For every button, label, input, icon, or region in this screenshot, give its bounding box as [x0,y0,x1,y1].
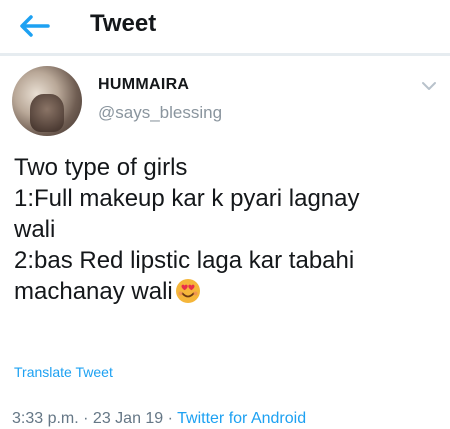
author-handle[interactable]: @says_blessing [98,103,222,123]
avatar[interactable] [12,66,82,136]
author-display-name[interactable]: HUMMAIRA [98,76,189,94]
tweet-line: 1:Full makeup kar k pyari lagnay [14,185,360,212]
separator: · [78,410,93,427]
translate-tweet-link[interactable]: Translate Tweet [14,364,113,380]
tweet-date: 23 Jan 19 [92,410,164,427]
top-bar: Tweet [0,0,450,56]
tweet-time: 3:33 p.m. [12,410,79,427]
back-button[interactable] [14,8,54,44]
tweet-line-last: machanay wali [14,276,444,307]
tweet-line: Two type of girls [14,154,188,181]
tweet-metadata: 3:33 p.m. · 23 Jan 19 · Twitter for Andr… [12,410,306,428]
heart-eyes-emoji-icon [175,279,200,303]
separator: · [163,410,178,427]
tweet-text: Two type of girls 1:Full makeup kar k py… [14,152,444,307]
page-title: Tweet [90,10,157,37]
tweet-source-link[interactable]: Twitter for Android [177,410,306,427]
tweet-line: machanay wali [14,278,173,305]
back-arrow-icon [20,15,50,37]
chevron-down-icon [422,82,436,90]
tweet-line: 2:bas Red lipstic laga kar tabahi [14,247,355,274]
tweet-line: wali [14,216,56,243]
more-options-button[interactable] [418,76,440,96]
